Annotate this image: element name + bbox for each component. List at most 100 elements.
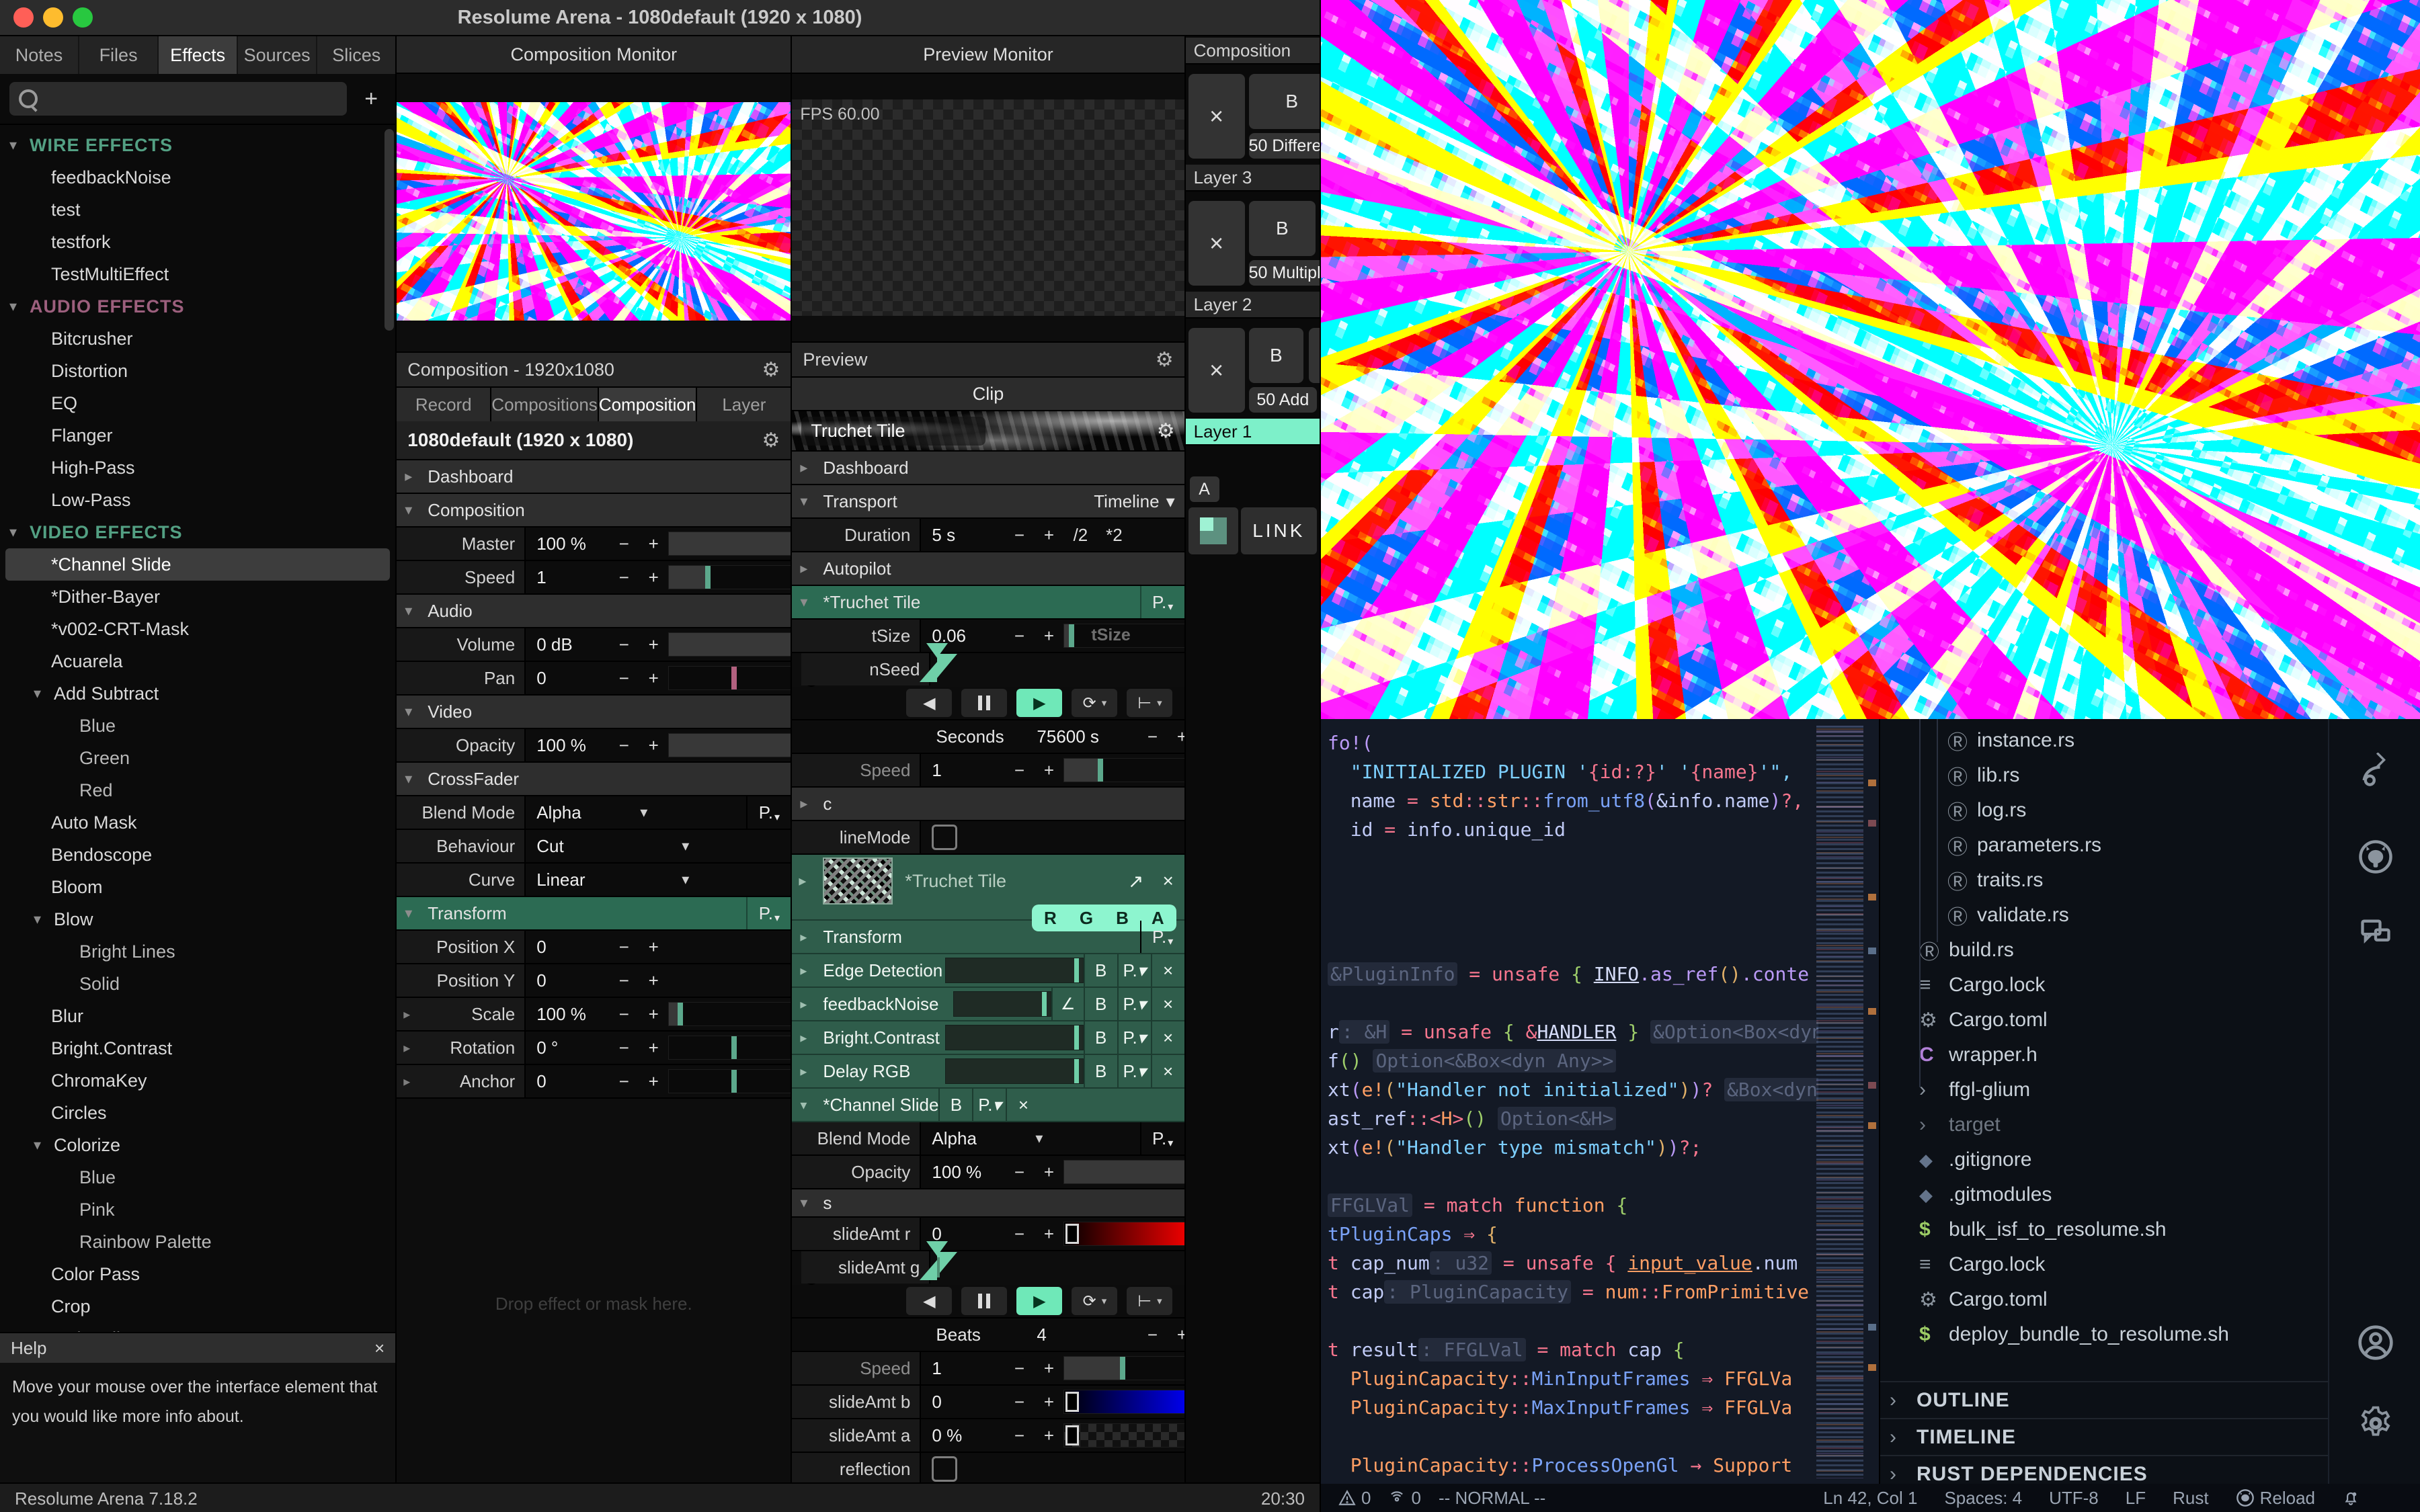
chevron-down-icon[interactable]: ▾ xyxy=(682,838,689,855)
file-item[interactable]: ≡Cargo.lock xyxy=(1880,1247,2329,1282)
warnings-indicator[interactable]: 0 xyxy=(1338,1488,1371,1509)
effect-item[interactable]: Color Pass xyxy=(0,1258,395,1290)
indentation[interactable]: Spaces: 4 xyxy=(1944,1488,2022,1509)
collapse-icon[interactable]: ▾ xyxy=(405,704,428,720)
bypass-button[interactable]: B xyxy=(1084,988,1117,1020)
effect-opacity-slider[interactable] xyxy=(945,1058,1084,1084)
collapse-icon[interactable]: ▸ xyxy=(800,796,823,812)
collapse-icon[interactable]: ▾ xyxy=(9,137,30,154)
channel-r[interactable]: R xyxy=(1044,908,1057,929)
file-item[interactable]: Ⓡparameters.rs xyxy=(1880,828,2329,863)
collapse-icon[interactable]: ▸ xyxy=(403,1073,410,1090)
collapse-icon[interactable]: ▾ xyxy=(800,1097,823,1113)
slider[interactable] xyxy=(668,532,792,556)
slider[interactable] xyxy=(668,565,792,589)
decrement-button[interactable]: − xyxy=(1004,1358,1034,1379)
collapse-icon[interactable]: ▾ xyxy=(34,685,54,702)
effect-chain--channel-slide[interactable]: ▾*Channel SlideBP.▾× xyxy=(792,1089,1184,1122)
clip-tab[interactable]: Clip xyxy=(792,378,1184,411)
param-value[interactable]: 0 xyxy=(526,1071,609,1092)
layer-label[interactable]: Layer 3 xyxy=(1186,165,1320,192)
increment-button[interactable]: + xyxy=(639,937,668,958)
decrement-button[interactable]: − xyxy=(1004,1224,1034,1245)
collapse-icon[interactable]: ▾ xyxy=(9,524,30,541)
effect-item[interactable]: feedbackNoise xyxy=(0,161,395,194)
layer-clear-button[interactable]: × xyxy=(1188,328,1245,413)
decrement-button[interactable]: − xyxy=(609,567,639,588)
collapse-icon[interactable]: ▸ xyxy=(403,1006,410,1023)
composition-tab-composition[interactable]: Composition xyxy=(599,388,696,421)
slider[interactable] xyxy=(668,632,792,657)
param-value[interactable]: 100 % xyxy=(921,1162,1004,1183)
effect-item[interactable]: High-Pass xyxy=(0,452,395,484)
link-button[interactable]: LINK xyxy=(1241,507,1317,554)
composition-tab-compositions[interactable]: Compositions xyxy=(491,388,598,421)
gear-icon[interactable]: ⚙ xyxy=(762,358,780,382)
collapse-icon[interactable]: ▸ xyxy=(403,1040,410,1056)
transport-mode[interactable]: Timeline xyxy=(1094,491,1159,512)
collapse-icon[interactable]: ▸ xyxy=(800,996,823,1012)
remove-effect-button[interactable]: × xyxy=(1151,988,1184,1020)
slider[interactable] xyxy=(1063,1390,1185,1414)
effect-item[interactable]: TestMultiEffect xyxy=(0,258,395,290)
comments-icon[interactable] xyxy=(2358,915,2393,950)
file-item[interactable]: Cwrapper.h xyxy=(1880,1038,2329,1073)
scrollbar[interactable] xyxy=(385,129,394,331)
section-video[interactable]: ▾Video xyxy=(397,696,791,729)
gear-icon[interactable]: ⚙ xyxy=(1157,419,1175,443)
file-item[interactable]: ›ffgl-glium xyxy=(1880,1073,2329,1107)
layer-label[interactable]: Layer 2 xyxy=(1186,292,1320,319)
encoding[interactable]: UTF-8 xyxy=(2049,1488,2099,1509)
effect-item[interactable]: ▾Blow xyxy=(0,903,395,935)
envelope-button[interactable]: ∠ xyxy=(1051,988,1084,1020)
decrement-button[interactable]: − xyxy=(1137,726,1167,747)
file-item[interactable]: Ⓡinstance.rs xyxy=(1880,723,2329,758)
explorer-section-outline[interactable]: ›OUTLINE xyxy=(1880,1381,2329,1418)
layer-clear-button[interactable]: × xyxy=(1188,74,1245,159)
tab-notes[interactable]: Notes xyxy=(0,36,78,74)
step-back-button[interactable]: ◀ xyxy=(906,689,952,717)
expand-icon[interactable]: ↗ xyxy=(1120,870,1152,892)
loop-button[interactable]: ⟳▾ xyxy=(1072,1287,1117,1315)
param-value[interactable]: 5 s xyxy=(921,525,1004,546)
add-effect-button[interactable]: + xyxy=(356,86,386,112)
p-button[interactable]: P.▾ xyxy=(1117,988,1151,1020)
section-autopilot[interactable]: ▸Autopilot xyxy=(792,552,1184,586)
collapse-icon[interactable]: ▸ xyxy=(800,460,823,476)
crossfader-a-button[interactable]: A xyxy=(1190,476,1219,502)
effect-item[interactable]: Bright Lines xyxy=(0,935,395,968)
p-button[interactable]: P.▾ xyxy=(1117,1055,1151,1087)
increment-button[interactable]: + xyxy=(639,1038,668,1058)
param-value[interactable]: 0 xyxy=(526,970,609,991)
effect-chain-bright-contrast[interactable]: ▸Bright.ContrastBP.▾× xyxy=(792,1021,1184,1055)
layer-bypass-button[interactable]: B xyxy=(1249,74,1320,129)
effect-opacity-slider[interactable] xyxy=(945,1025,1084,1050)
param-value[interactable]: 100 % xyxy=(526,534,609,554)
param-value[interactable]: 0 xyxy=(921,1392,1004,1413)
remove-effect-button[interactable]: × xyxy=(1151,954,1184,986)
decrement-button[interactable]: − xyxy=(609,1038,639,1058)
checkbox[interactable] xyxy=(932,825,957,850)
composition-swatch-button[interactable] xyxy=(1188,507,1238,554)
file-item[interactable]: Ⓡvalidate.rs xyxy=(1880,898,2329,933)
file-item[interactable]: ◆.gitignore xyxy=(1880,1142,2329,1177)
github-icon[interactable] xyxy=(2357,839,2394,875)
layer-blend-button[interactable]: 50 Add xyxy=(1249,387,1317,413)
composition-name-row[interactable]: 1080default (1920 x 1080) ⚙ xyxy=(397,421,791,460)
section-c[interactable]: ▸c xyxy=(792,788,1184,821)
explorer-section-timeline[interactable]: ›TIMELINE xyxy=(1880,1418,2329,1455)
collapse-icon[interactable]: ▸ xyxy=(800,560,823,577)
effect-item[interactable]: Bloom xyxy=(0,871,395,903)
loop-button[interactable]: ⟳▾ xyxy=(1072,689,1117,717)
param-value[interactable]: 0 xyxy=(526,937,609,958)
bypass-button[interactable]: B xyxy=(938,1089,972,1121)
collapse-icon[interactable]: ▾ xyxy=(800,594,823,611)
section-dashboard[interactable]: ▸Dashboard xyxy=(792,452,1184,485)
effect-chain-edge-detection[interactable]: ▸Edge DetectionBP.▾× xyxy=(792,954,1184,988)
param-value[interactable]: 1 xyxy=(526,567,609,588)
gear-icon[interactable]: ⚙ xyxy=(1156,348,1174,372)
collapse-icon[interactable]: ▾ xyxy=(405,603,428,620)
decrement-button[interactable]: − xyxy=(1137,1325,1167,1345)
increment-button[interactable]: + xyxy=(1167,1325,1185,1345)
increment-button[interactable]: + xyxy=(1034,1224,1063,1245)
